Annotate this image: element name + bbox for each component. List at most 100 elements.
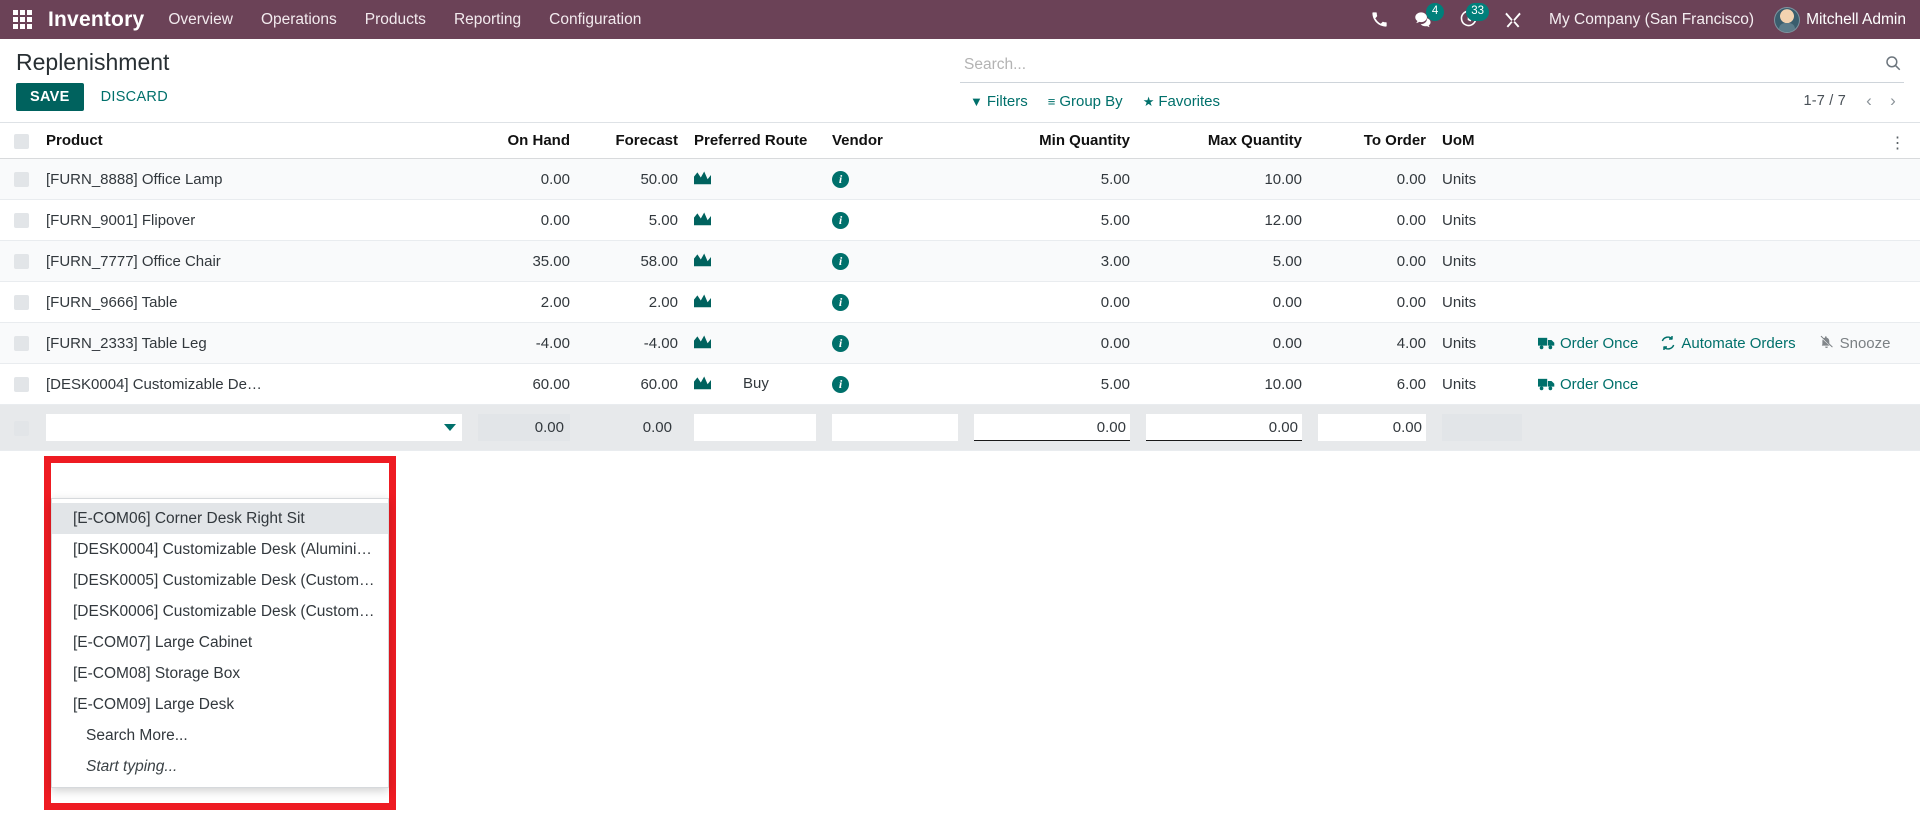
cell-preferred-route[interactable] — [686, 282, 824, 323]
forecast-report-icon[interactable] — [694, 334, 711, 353]
vendor-info-icon[interactable]: i — [832, 253, 849, 270]
column-header-product[interactable]: Product — [38, 123, 470, 159]
app-brand-inventory[interactable]: Inventory — [44, 8, 154, 32]
forecast-report-icon[interactable] — [694, 293, 711, 312]
column-header-uom[interactable]: UoM — [1434, 123, 1530, 159]
cell-product[interactable]: [FURN_9666] Table — [38, 282, 470, 323]
search-input[interactable] — [960, 56, 1880, 78]
pager-previous-icon[interactable]: ‹ — [1858, 89, 1880, 113]
max-quantity-input[interactable] — [1146, 414, 1302, 441]
cell-preferred-route-editing[interactable] — [686, 405, 824, 451]
cell-on-hand[interactable]: -4.00 — [470, 323, 578, 364]
vendor-input[interactable] — [832, 414, 958, 441]
vendor-info-icon[interactable]: i — [832, 171, 849, 188]
cell-max-quantity-editing[interactable] — [1138, 405, 1310, 451]
cell-to-order[interactable]: 0.00 — [1310, 282, 1434, 323]
preferred-route-input[interactable] — [694, 419, 824, 436]
cell-product[interactable]: [FURN_2333] Table Leg — [38, 323, 470, 364]
table-row[interactable]: [FURN_2333] Table Leg-4.00-4.00i0.000.00… — [0, 323, 1920, 364]
cell-forecast[interactable]: 5.00 — [578, 200, 686, 241]
min-quantity-input[interactable] — [974, 414, 1130, 441]
menu-item-configuration[interactable]: Configuration — [535, 0, 655, 39]
cell-max-quantity[interactable]: 10.00 — [1138, 364, 1310, 405]
groupby-dropdown[interactable]: ≡ Group By — [1038, 90, 1133, 113]
autocomplete-item[interactable]: [E-COM06] Corner Desk Right Sit — [52, 503, 388, 534]
cell-preferred-route[interactable] — [686, 323, 824, 364]
cell-uom[interactable]: Units — [1434, 323, 1530, 364]
cell-min-quantity[interactable]: 0.00 — [966, 323, 1138, 364]
cell-product[interactable]: [DESK0004] Customizable De… — [38, 364, 470, 405]
cell-product[interactable]: [FURN_8888] Office Lamp — [38, 159, 470, 200]
cell-forecast[interactable]: 60.00 — [578, 364, 686, 405]
menu-item-reporting[interactable]: Reporting — [440, 0, 535, 39]
menu-item-overview[interactable]: Overview — [154, 0, 247, 39]
cell-min-quantity[interactable]: 5.00 — [966, 364, 1138, 405]
cell-min-quantity[interactable]: 0.00 — [966, 282, 1138, 323]
vendor-info-icon[interactable]: i — [832, 335, 849, 352]
menu-item-operations[interactable]: Operations — [247, 0, 351, 39]
row-checkbox[interactable] — [14, 213, 29, 228]
product-input[interactable] — [46, 419, 444, 436]
column-header-min-quantity[interactable]: Min Quantity — [966, 123, 1138, 159]
cell-product[interactable]: [FURN_9001] Flipover — [38, 200, 470, 241]
table-row[interactable]: [FURN_9001] Flipover0.005.00i5.0012.000.… — [0, 200, 1920, 241]
activities-clock-icon[interactable]: 33 — [1446, 0, 1491, 39]
cell-vendor[interactable]: i — [824, 200, 966, 241]
table-row[interactable]: [FURN_9666] Table2.002.00i0.000.000.00Un… — [0, 282, 1920, 323]
cell-preferred-route[interactable] — [686, 241, 824, 282]
cell-to-order[interactable]: 6.00 — [1310, 364, 1434, 405]
row-checkbox[interactable] — [14, 254, 29, 269]
table-row[interactable]: [FURN_7777] Office Chair35.0058.00i3.005… — [0, 241, 1920, 282]
cell-uom[interactable]: Units — [1434, 364, 1530, 405]
row-checkbox[interactable] — [14, 421, 29, 436]
select-all-checkbox[interactable] — [14, 134, 29, 149]
forecast-report-icon[interactable] — [694, 170, 711, 189]
cell-vendor-editing[interactable] — [824, 405, 966, 451]
cell-min-quantity[interactable]: 5.00 — [966, 200, 1138, 241]
apps-grid-icon[interactable] — [0, 0, 44, 39]
table-row[interactable]: [DESK0004] Customizable De…60.0060.00Buy… — [0, 364, 1920, 405]
autocomplete-item[interactable]: [E-COM09] Large Desk — [52, 689, 388, 720]
debug-tools-icon[interactable] — [1491, 0, 1535, 39]
column-header-forecast[interactable]: Forecast — [578, 123, 686, 159]
autocomplete-item[interactable]: Search More... — [52, 720, 388, 751]
cell-uom[interactable]: Units — [1434, 282, 1530, 323]
cell-preferred-route[interactable] — [686, 200, 824, 241]
autocomplete-item[interactable]: [DESK0005] Customizable Desk (Custom, Wh… — [52, 565, 388, 596]
cell-max-quantity[interactable]: 5.00 — [1138, 241, 1310, 282]
cell-to-order[interactable]: 0.00 — [1310, 159, 1434, 200]
preferred-route-many2one[interactable] — [694, 414, 816, 441]
phone-icon[interactable] — [1358, 0, 1401, 39]
favorites-dropdown[interactable]: ★ Favorites — [1133, 90, 1230, 113]
action-automate-orders-button[interactable]: Automate Orders — [1660, 335, 1795, 352]
action-snooze-button[interactable]: Snooze — [1818, 335, 1891, 352]
search-icon[interactable] — [1880, 54, 1904, 80]
column-header-max-quantity[interactable]: Max Quantity — [1138, 123, 1310, 159]
pager-next-icon[interactable]: › — [1882, 89, 1904, 113]
cell-forecast[interactable]: 50.00 — [578, 159, 686, 200]
column-header-preferred-route[interactable]: Preferred Route — [686, 123, 824, 159]
cell-max-quantity[interactable]: 0.00 — [1138, 323, 1310, 364]
forecast-report-icon[interactable] — [694, 252, 711, 271]
cell-min-quantity[interactable]: 5.00 — [966, 159, 1138, 200]
vendor-info-icon[interactable]: i — [832, 294, 849, 311]
chevron-down-icon[interactable] — [444, 424, 456, 431]
autocomplete-item[interactable]: [E-COM07] Large Cabinet — [52, 627, 388, 658]
forecast-report-icon[interactable] — [694, 375, 711, 394]
cell-vendor[interactable]: i — [824, 323, 966, 364]
column-header-vendor[interactable]: Vendor — [824, 123, 966, 159]
save-button[interactable]: SAVE — [16, 83, 84, 111]
row-checkbox[interactable] — [14, 336, 29, 351]
cell-min-quantity-editing[interactable] — [966, 405, 1138, 451]
cell-uom-editing[interactable] — [1434, 405, 1530, 451]
pager-value[interactable]: 1-7 / 7 — [1803, 93, 1856, 109]
cell-vendor[interactable]: i — [824, 364, 966, 405]
column-header-to-order[interactable]: To Order — [1310, 123, 1434, 159]
table-row[interactable]: [FURN_8888] Office Lamp 0.00 50.00 i 5.0010.… — [0, 159, 1920, 200]
cell-max-quantity[interactable]: 0.00 — [1138, 282, 1310, 323]
cell-product[interactable]: [FURN_7777] Office Chair — [38, 241, 470, 282]
cell-max-quantity[interactable]: 10.00 — [1138, 159, 1310, 200]
menu-item-products[interactable]: Products — [351, 0, 440, 39]
row-checkbox[interactable] — [14, 295, 29, 310]
cell-max-quantity[interactable]: 12.00 — [1138, 200, 1310, 241]
